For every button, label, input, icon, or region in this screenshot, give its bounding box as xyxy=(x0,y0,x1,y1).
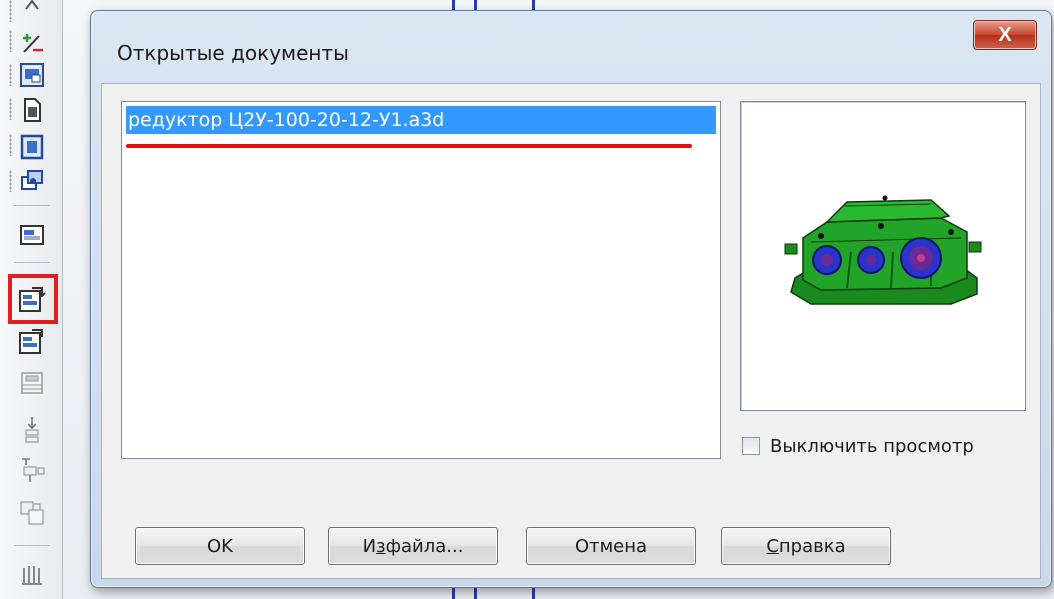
library-icon[interactable] xyxy=(17,560,47,590)
disable-preview-row[interactable]: Выключить просмотр xyxy=(742,434,974,458)
windows-switch-icon[interactable] xyxy=(17,284,47,314)
resize-icon[interactable] xyxy=(17,498,47,528)
help-button-label: правка xyxy=(778,535,846,557)
toolbar-separator xyxy=(14,205,50,206)
document-icon[interactable] xyxy=(17,95,47,125)
frame-icon[interactable] xyxy=(17,132,47,162)
from-file-mnemonic: з xyxy=(376,535,386,557)
arrow-icon[interactable] xyxy=(17,0,47,20)
toolbar-grip xyxy=(9,0,12,22)
list-item[interactable]: редуктор Ц2У-100-20-12-У1.a3d xyxy=(126,106,716,134)
insert-icon[interactable] xyxy=(17,415,47,445)
open-documents-dialog: Открытые документы X редуктор Ц2У-100-20… xyxy=(90,10,1052,588)
toolbar-grip xyxy=(9,64,12,86)
cancel-button-label: Отмена xyxy=(574,535,648,557)
help-button[interactable]: Справка xyxy=(721,527,891,565)
grid-panel-icon[interactable] xyxy=(17,368,47,398)
toolbar-grip xyxy=(9,98,12,120)
ok-button[interactable]: OK xyxy=(135,527,305,565)
red-underline-annotation xyxy=(126,144,692,148)
from-file-prefix: И xyxy=(362,535,377,557)
windows-next-icon[interactable] xyxy=(17,326,47,356)
left-toolbar xyxy=(0,0,63,599)
close-button[interactable]: X xyxy=(973,20,1037,50)
toolbar-grip xyxy=(9,170,12,192)
from-file-button[interactable]: Из файла... xyxy=(328,527,498,565)
disable-preview-label: Выключить просмотр xyxy=(770,435,974,457)
toolbar-separator xyxy=(14,545,50,546)
help-mnemonic: С xyxy=(766,535,779,557)
dialog-client-area: редуктор Ц2У-100-20-12-У1.a3d Выключить … xyxy=(101,83,1041,579)
plus-minus-icon[interactable] xyxy=(17,28,47,58)
view-window-icon[interactable] xyxy=(17,60,47,90)
from-file-suffix: файла... xyxy=(385,535,464,557)
preview-pane xyxy=(740,101,1026,411)
toolbar-grip xyxy=(9,134,12,156)
layers-icon[interactable] xyxy=(17,165,47,195)
insert-component-icon[interactable] xyxy=(17,455,47,485)
ok-button-label: OK xyxy=(207,535,233,557)
dialog-title: Открытые документы xyxy=(117,41,349,65)
toolbar-grip xyxy=(9,30,12,52)
disable-preview-checkbox[interactable] xyxy=(742,437,760,455)
cancel-button[interactable]: Отмена xyxy=(526,527,696,565)
panel-icon[interactable] xyxy=(17,220,47,250)
gearbox-model-image xyxy=(784,195,982,305)
toolbar-separator xyxy=(14,262,50,263)
documents-list[interactable]: редуктор Ц2У-100-20-12-У1.a3d xyxy=(121,101,721,459)
